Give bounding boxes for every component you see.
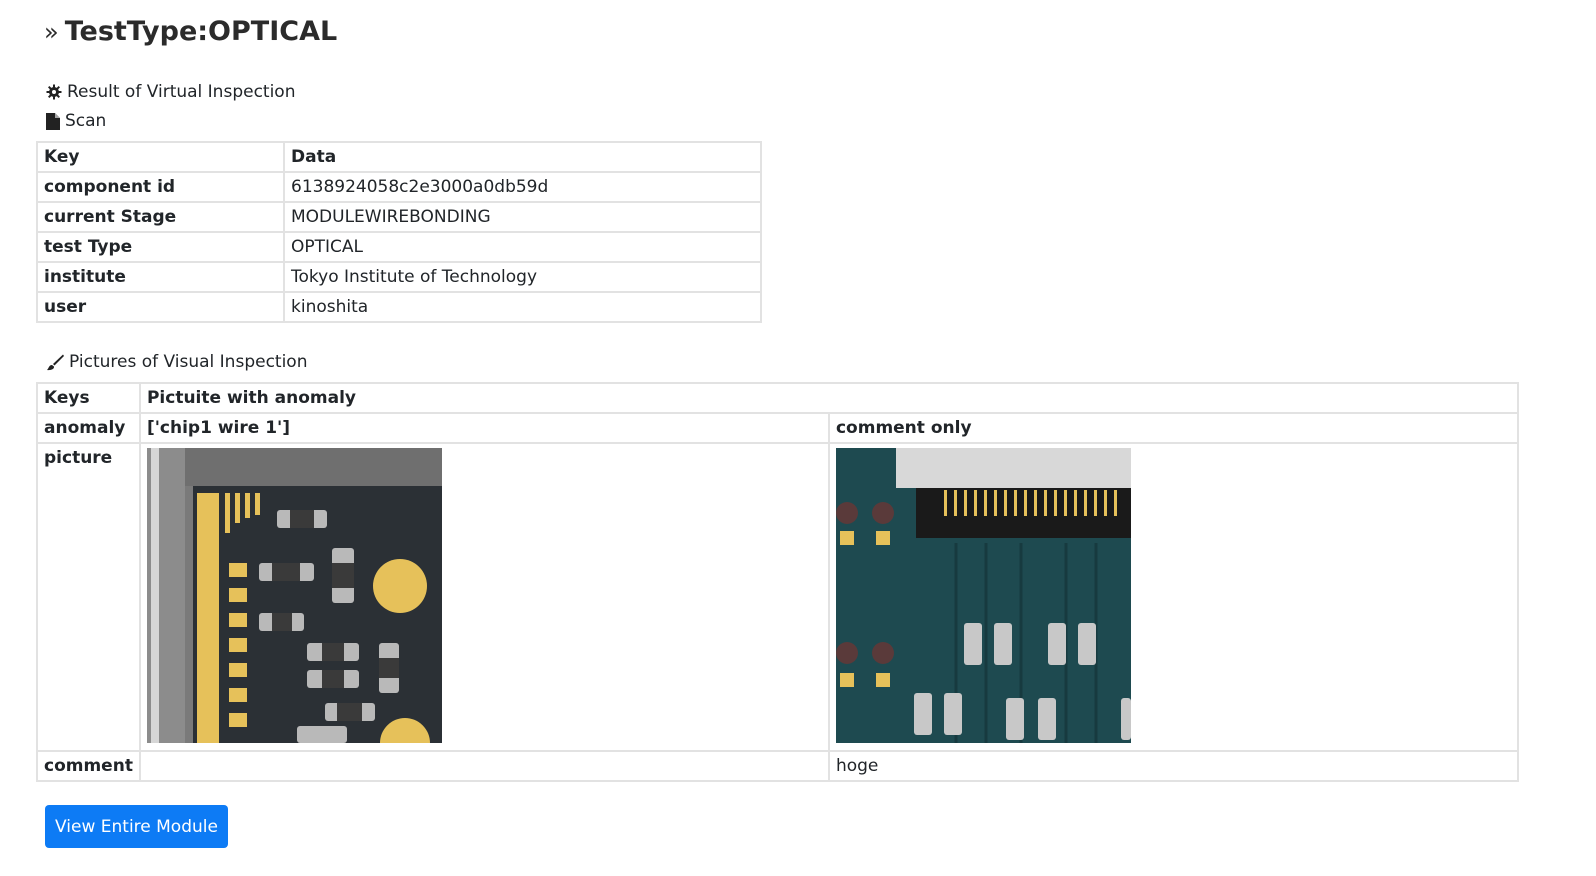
page-title: » TestType:OPTICAL (44, 16, 337, 47)
inspection-picture-1[interactable] (146, 448, 442, 743)
table-row: picture (36, 442, 1520, 752)
page-title-text: TestType:OPTICAL (64, 16, 338, 47)
result-heading-text: Result of Virtual Inspection (67, 82, 296, 102)
table-row: anomaly ['chip1 wire 1'] comment only (36, 412, 1520, 444)
anomaly-value: ['chip1 wire 1'] (138, 412, 830, 444)
picture-cell (827, 442, 1520, 752)
table-row: component id 6138924058c2e3000a0db59d (36, 171, 762, 203)
row-key: user (36, 291, 285, 323)
header-keys: Keys (36, 382, 141, 414)
picture-cell (138, 442, 830, 752)
table-header-row: Key Data (36, 141, 762, 173)
row-key-anomaly: anomaly (36, 412, 141, 444)
gear-icon (46, 84, 62, 100)
table-row: comment hoge (36, 750, 1520, 782)
anomaly-value: comment only (827, 412, 1520, 444)
pictures-heading-text: Pictures of Visual Inspection (69, 352, 308, 372)
pictures-heading: Pictures of Visual Inspection (46, 352, 307, 372)
table-row: institute Tokyo Institute of Technology (36, 261, 762, 293)
table-row: test Type OPTICAL (36, 231, 762, 263)
comment-value: hoge (827, 750, 1520, 782)
row-key: component id (36, 171, 285, 203)
paint-brush-icon (46, 354, 64, 371)
page: » TestType:OPTICAL Result of Virtual Ins… (0, 0, 1596, 876)
header-picture-anomaly: Pictuite with anomaly (138, 382, 1520, 414)
scan-heading: Scan (46, 111, 106, 131)
row-value: OPTICAL (283, 231, 762, 263)
header-data: Data (283, 141, 762, 173)
result-heading: Result of Virtual Inspection (46, 82, 295, 102)
row-key: test Type (36, 231, 285, 263)
header-key: Key (36, 141, 285, 173)
row-value: MODULEWIREBONDING (283, 201, 762, 233)
file-icon (46, 112, 60, 130)
pictures-table: Keys Pictuite with anomaly anomaly ['chi… (36, 382, 1520, 782)
row-key: institute (36, 261, 285, 293)
row-key-comment: comment (36, 750, 141, 782)
table-row: current Stage MODULEWIREBONDING (36, 201, 762, 233)
row-value: 6138924058c2e3000a0db59d (283, 171, 762, 203)
row-key-picture: picture (36, 442, 141, 752)
scan-heading-text: Scan (65, 111, 107, 131)
row-value: Tokyo Institute of Technology (283, 261, 762, 293)
view-entire-module-button[interactable]: View Entire Module (45, 805, 228, 848)
table-header-row: Keys Pictuite with anomaly (36, 382, 1520, 414)
double-chevron-right-icon: » (44, 17, 59, 46)
comment-value (138, 750, 830, 782)
inspection-picture-2[interactable] (835, 448, 1131, 743)
row-key: current Stage (36, 201, 285, 233)
row-value: kinoshita (283, 291, 762, 323)
scan-table: Key Data component id 6138924058c2e3000a… (36, 141, 762, 323)
table-row: user kinoshita (36, 291, 762, 323)
